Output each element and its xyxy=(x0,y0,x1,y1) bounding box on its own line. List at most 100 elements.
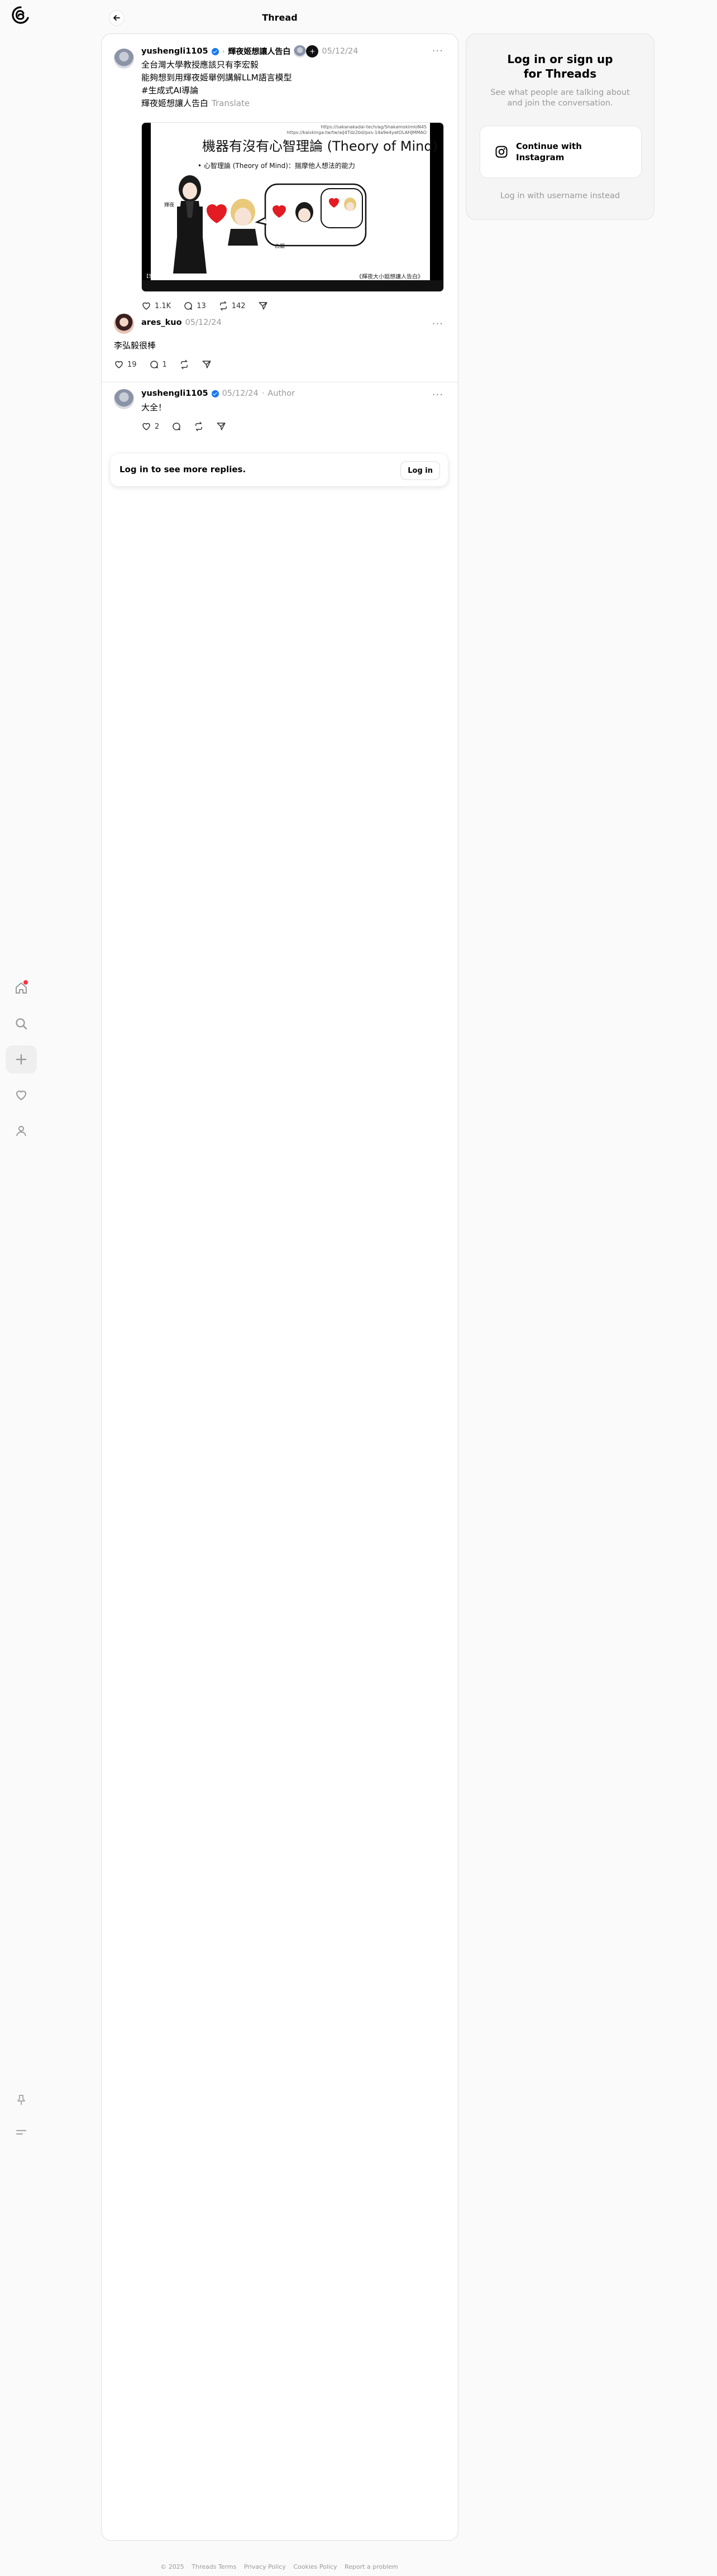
back-button[interactable] xyxy=(109,10,125,26)
footer-copyright: © 2025 xyxy=(160,2563,184,2570)
post-line-text: 輝夜姬想讓人告白 xyxy=(141,98,209,108)
signup-title-text: Log in or sign up for Threads xyxy=(507,52,613,80)
author-separator: · xyxy=(261,389,265,398)
post-actions: 1.1K 13 142 xyxy=(141,301,268,311)
lecture-slide: https://sakanakadai-tech/ag/ShakamokimIo… xyxy=(151,123,438,285)
share-button[interactable] xyxy=(216,421,226,431)
username-login-link[interactable]: Log in with username instead xyxy=(466,191,654,200)
page-title: Thread xyxy=(262,12,298,23)
footer-privacy-link[interactable]: Privacy Policy xyxy=(244,2563,286,2570)
avatar[interactable] xyxy=(114,49,134,69)
hashtag-link[interactable]: #生成式AI導論 xyxy=(141,84,443,97)
more-options-button[interactable]: ··· xyxy=(432,389,443,401)
main-post: yushengli1105 › 輝夜姬想讓人告白 + 05/12/24 ··· … xyxy=(102,45,458,338)
translate-link[interactable]: Translate xyxy=(212,98,250,108)
repost-count: 142 xyxy=(231,301,246,310)
more-options-button[interactable]: ··· xyxy=(432,45,443,57)
share-button[interactable] xyxy=(202,359,212,370)
nav-create[interactable] xyxy=(6,1045,37,1073)
post-header: yushengli1105 05/12/24 · Author xyxy=(141,389,295,398)
username[interactable]: ares_kuo xyxy=(141,318,182,327)
avatar[interactable] xyxy=(114,314,134,334)
coauthor-count-badge: + xyxy=(306,45,319,57)
threads-logo-icon[interactable] xyxy=(11,6,30,25)
send-icon xyxy=(259,302,267,310)
author-reply-post: yushengli1105 05/12/24 · Author ··· 大全！ … xyxy=(102,389,458,456)
post-line: 全台灣大學教授應該只有李宏毅 xyxy=(141,60,259,70)
comment-button[interactable] xyxy=(171,421,181,431)
like-button[interactable]: 2 xyxy=(141,421,159,431)
post-line: 輝夜姬想讓人告白 Translate xyxy=(141,97,443,110)
comment-icon xyxy=(150,361,158,368)
footer-terms-link[interactable]: Threads Terms xyxy=(192,2563,236,2570)
left-nav-rail xyxy=(0,0,42,2576)
topic-tag[interactable]: 輝夜姬想讓人告白 xyxy=(228,46,290,57)
comment-button[interactable]: 13 xyxy=(183,301,206,311)
post-header: yushengli1105 › 輝夜姬想讓人告白 + 05/12/24 xyxy=(141,45,358,57)
comment-count: 1 xyxy=(162,360,167,369)
post-text: 李弘毅很棒 xyxy=(114,340,156,351)
post-actions: 2 xyxy=(141,421,226,431)
username[interactable]: yushengli1105 xyxy=(141,47,208,56)
nav-search[interactable] xyxy=(6,1010,37,1038)
like-count: 1.1K xyxy=(155,301,171,310)
figure-label: 輝夜 xyxy=(164,203,175,208)
nav-pin[interactable] xyxy=(6,2086,37,2114)
plus-icon xyxy=(16,1054,27,1065)
pin-icon xyxy=(17,2095,25,2105)
repost-button[interactable]: 142 xyxy=(218,301,246,311)
person-icon xyxy=(16,1126,26,1136)
video-media[interactable]: https://sakanakadai-tech/ag/ShakamokimIo… xyxy=(141,122,444,292)
page-header: Thread xyxy=(101,8,458,27)
comment-icon xyxy=(173,423,181,430)
like-count: 19 xyxy=(127,360,137,369)
repost-button[interactable] xyxy=(194,421,204,431)
heart-icon xyxy=(16,1090,27,1101)
post-text: 大全！ xyxy=(141,402,167,412)
share-button[interactable] xyxy=(258,301,268,311)
nav-activity[interactable] xyxy=(6,1081,37,1109)
footer: © 2025 Threads Terms Privacy Policy Cook… xyxy=(0,2563,558,2570)
username[interactable]: yushengli1105 xyxy=(141,389,208,398)
more-options-button[interactable]: ··· xyxy=(432,318,443,330)
footer-report-link[interactable]: Report a problem xyxy=(345,2563,398,2570)
signup-card: Log in or sign up for Threads See what p… xyxy=(466,33,654,220)
like-button[interactable]: 1.1K xyxy=(141,301,171,311)
signup-title: Log in or sign up for Threads xyxy=(466,52,654,81)
login-button[interactable]: Log in xyxy=(400,461,440,480)
slide-illustration xyxy=(173,175,367,274)
like-button[interactable]: 19 xyxy=(114,359,137,370)
send-icon xyxy=(217,423,226,430)
verified-badge-icon xyxy=(211,47,219,55)
heart-icon xyxy=(115,361,123,368)
arrow-left-icon xyxy=(113,15,120,21)
nav-profile[interactable] xyxy=(6,1117,37,1145)
repost-icon xyxy=(180,359,188,370)
avatar[interactable] xyxy=(114,389,134,409)
repost-button[interactable] xyxy=(179,359,189,370)
login-prompt-text: Log in to see more replies. xyxy=(120,464,246,474)
post-date[interactable]: 05/12/24 xyxy=(322,47,358,56)
post-text: 全台灣大學教授應該只有李宏毅 能夠想到用輝夜姬舉例講解LLM語言模型 #生成式A… xyxy=(141,59,443,110)
instagram-button-label: Continue with Instagram xyxy=(516,141,582,162)
repost-icon xyxy=(195,421,203,431)
like-count: 2 xyxy=(155,422,160,431)
comment-count: 13 xyxy=(197,301,206,310)
notification-dot xyxy=(23,980,28,985)
comment-icon xyxy=(184,302,192,310)
login-prompt-card: Log in to see more replies. Log in xyxy=(111,454,448,486)
coauthor-avatar xyxy=(294,45,307,57)
comment-button[interactable]: 1 xyxy=(149,359,167,370)
author-tag: Author xyxy=(267,389,295,398)
slide-caption: 《輝夜大小姐想讓人告白》 xyxy=(356,274,423,280)
video-title: 【生成式AI導論 2024】第11講：大型語言模型在「想」什麼呢？（淺談大型語言… xyxy=(144,274,341,279)
post-date[interactable]: 05/12/24 xyxy=(222,389,259,398)
nav-home[interactable] xyxy=(6,974,37,1002)
footer-cookies-link[interactable]: Cookies Policy xyxy=(293,2563,337,2570)
repost-icon xyxy=(219,301,227,311)
post-date[interactable]: 05/12/24 xyxy=(185,318,222,327)
post-header: ares_kuo 05/12/24 xyxy=(141,318,222,327)
nav-menu[interactable] xyxy=(6,2118,37,2146)
video-controls-bar[interactable] xyxy=(142,280,443,291)
continue-with-instagram-button[interactable]: Continue with Instagram xyxy=(480,126,642,178)
